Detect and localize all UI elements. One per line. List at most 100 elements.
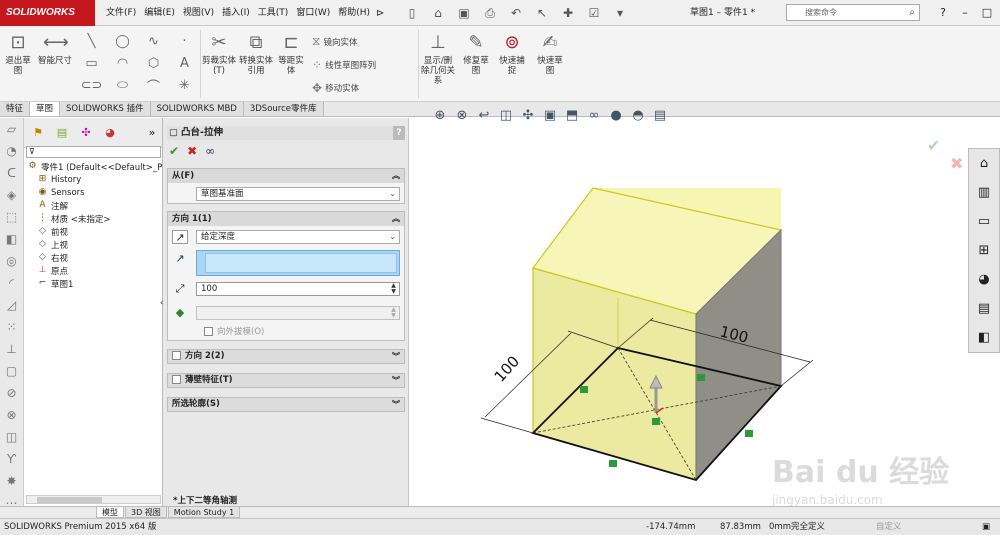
draft-outward-checkbox[interactable]: 向外拔模(O) (204, 325, 264, 337)
view-palette-icon[interactable]: ⊞ (969, 236, 999, 265)
repair-sketch-button[interactable]: ✎ 修复草图 (460, 32, 492, 76)
tree-root-part[interactable]: ⚙ 零件1 (Default<<Default>_P (24, 160, 163, 173)
solidworks-resources-icon[interactable]: ⌂ (969, 149, 999, 178)
rebuild-icon[interactable]: ✚ (556, 3, 580, 23)
spinner-icon[interactable]: ▲ ▼ (389, 283, 398, 295)
direction-selection-box[interactable] (196, 250, 400, 276)
offset-entities-button[interactable]: ⊏ 等距实体 (276, 32, 306, 76)
plane-icon[interactable]: ✳ (169, 74, 200, 96)
ellipse-icon[interactable]: ⬭ (107, 74, 138, 96)
direction2-group[interactable]: 方向 2(2) ︾ (167, 349, 405, 364)
panel-collapse-handle[interactable]: ‹ (160, 298, 166, 316)
shell-icon[interactable]: ▢ (0, 360, 23, 382)
circle-icon[interactable]: ◯ (107, 30, 138, 52)
direction2-checkbox[interactable] (172, 351, 181, 360)
reference-geometry-icon[interactable]: ◫ (0, 426, 23, 448)
spline-icon[interactable]: ∿ (138, 30, 169, 52)
spinner-icon[interactable]: ▲ ▼ (389, 307, 398, 319)
instant3d-icon[interactable]: ✸ (0, 470, 23, 492)
status-help-icon[interactable]: ▣ (982, 519, 990, 535)
save-icon[interactable]: ▣ (452, 3, 476, 23)
slot-icon[interactable]: ⊂⊃ (76, 74, 107, 96)
menu-edit[interactable]: 编辑(E) (140, 0, 179, 26)
draft-on-off-icon[interactable]: ◆ (172, 306, 188, 320)
loft-icon[interactable]: ◈ (0, 184, 23, 206)
tree-filter-input[interactable]: ⊽ (26, 146, 161, 158)
hide-show-items-icon[interactable]: ∞ (584, 106, 604, 126)
chamfer-icon[interactable]: ◿ (0, 294, 23, 316)
tree-item-front-plane[interactable]: ◇ 前视 (24, 225, 163, 238)
mirror-entities-button[interactable]: ⧖ 镜向实体 (312, 34, 357, 49)
expand-icon[interactable]: ︾ (392, 398, 400, 411)
tree-item-history[interactable]: ⊞ History (24, 173, 163, 186)
ok-check-icon[interactable]: ✔ (169, 144, 179, 158)
previous-view-icon[interactable]: ↩ (474, 106, 494, 126)
text-icon[interactable]: A (169, 52, 200, 74)
tab-3dsource[interactable]: 3DSource零件库 (243, 102, 324, 116)
tab-motion-study[interactable]: Motion Study 1 (167, 507, 241, 518)
help-icon[interactable]: ? (932, 0, 954, 26)
selected-contours-group[interactable]: 所选轮廓(S) ︾ (167, 397, 405, 412)
cancel-x-icon[interactable]: ✖ (950, 154, 963, 173)
tree-horizontal-scrollbar[interactable] (26, 495, 161, 504)
print-icon[interactable]: ⎙ (478, 3, 502, 23)
intersect-icon[interactable]: ⊗ (0, 404, 23, 426)
tree-item-top-plane[interactable]: ◇ 上视 (24, 238, 163, 251)
boundary-icon[interactable]: ⬚ (0, 206, 23, 228)
relation-marker[interactable] (745, 430, 753, 437)
quick-snaps-button[interactable]: ⊚ 快速捕捉 (496, 32, 528, 76)
view-orientation-icon[interactable]: ▣ (540, 106, 560, 126)
appearances-icon[interactable]: ◕ (969, 265, 999, 294)
tree-item-material[interactable]: ⋮ 材质 <未指定> (24, 212, 163, 225)
zoom-to-area-icon[interactable]: ⊗ (452, 106, 472, 126)
convert-entities-button[interactable]: ⧉ 转换实体引用 (238, 32, 274, 76)
collapse-icon[interactable]: ︽ (392, 169, 400, 183)
relation-marker[interactable] (652, 418, 660, 425)
tab-mbd[interactable]: SOLIDWORKS MBD (150, 102, 244, 116)
dynamic-annotation-icon[interactable]: ✣ (518, 106, 538, 126)
select-arrow-icon[interactable]: ↖ (530, 3, 554, 23)
expand-tabs-icon[interactable]: » (142, 124, 162, 142)
tab-features[interactable]: 特征 (0, 102, 31, 116)
draft-icon[interactable]: ⊘ (0, 382, 23, 404)
relation-marker[interactable] (609, 460, 617, 467)
property-manager-tab-icon[interactable]: ▤ (52, 124, 72, 142)
cancel-x-icon[interactable]: ✖ (187, 144, 197, 158)
reverse-direction-icon[interactable]: ↗ (172, 230, 188, 244)
options-icon[interactable]: ☑ (582, 3, 606, 23)
from-group-header[interactable]: 从(F) ︽ (168, 169, 404, 183)
linear-pattern-button[interactable]: ⁘ 线性草图阵列 (312, 58, 376, 72)
tab-sketch[interactable]: 草图 (30, 102, 61, 116)
sweep-icon[interactable]: ᑕ (0, 162, 23, 184)
relation-marker[interactable] (697, 374, 705, 381)
solidworks-logo[interactable]: SOLIDWORKS (0, 0, 95, 26)
menu-tools[interactable]: 工具(T) (254, 0, 293, 26)
expand-icon[interactable]: ︾ (392, 374, 400, 387)
extrude-icon[interactable]: ▱ (0, 118, 23, 140)
pin-icon[interactable]: ⊳ (376, 8, 384, 19)
custom-properties-icon[interactable]: ▤ (969, 294, 999, 323)
tab-model[interactable]: 模型 (96, 507, 124, 518)
display-style-icon[interactable]: ⬒ (562, 106, 582, 126)
tree-item-right-plane[interactable]: ◇ 右视 (24, 251, 163, 264)
rapid-sketch-button[interactable]: ✍ 快速草图 (534, 32, 566, 76)
collapse-icon[interactable]: ︽ (392, 212, 400, 226)
exit-sketch-button[interactable]: ⊡ 退出草图 (2, 32, 34, 76)
dimension-text-left[interactable]: 100 (491, 352, 524, 385)
trim-entities-button[interactable]: ✂ 剪裁实体(T) (202, 32, 236, 76)
point-icon[interactable]: · (169, 30, 200, 52)
rib-icon[interactable]: ⊥ (0, 338, 23, 360)
section-view-icon[interactable]: ◫ (496, 106, 516, 126)
direction1-group-header[interactable]: 方向 1(1) ︽ (168, 212, 404, 226)
feature-tree-tab-icon[interactable]: ⚑ (28, 124, 48, 142)
undo-icon[interactable]: ↶ (504, 3, 528, 23)
move-entities-button[interactable]: ✥ 移动实体 (312, 81, 359, 95)
hole-icon[interactable]: ◎ (0, 250, 23, 272)
cut-icon[interactable]: ◧ (0, 228, 23, 250)
minimize-icon[interactable]: – (954, 0, 976, 26)
tab-addins[interactable]: SOLIDWORKS 插件 (60, 102, 151, 116)
tree-item-annotations[interactable]: A 注解 (24, 199, 163, 212)
display-delete-relations-button[interactable]: ⊥ 显示/删除几何关系 (420, 32, 456, 86)
smart-dimension-button[interactable]: ⟷ 智能尺寸 (38, 32, 72, 66)
menu-view[interactable]: 视图(V) (179, 0, 218, 26)
